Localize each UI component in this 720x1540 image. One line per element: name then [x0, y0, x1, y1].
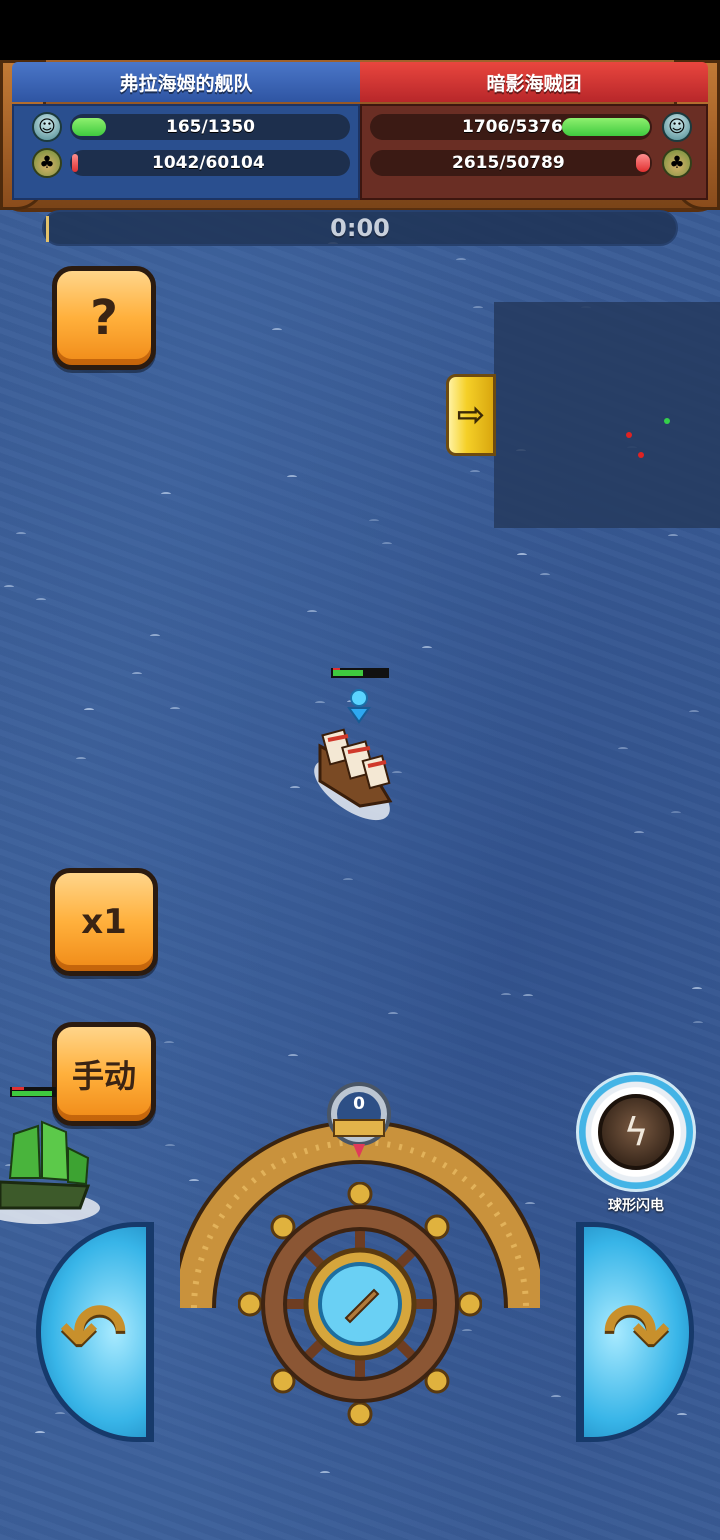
team-left-hull-bar: 1042/60104: [70, 150, 350, 176]
team-right-hull-bar: 2615/50789: [370, 150, 652, 176]
wave-mark: [55, 1412, 65, 1416]
wave-mark: [307, 610, 317, 614]
wave-mark: [343, 878, 353, 882]
team-left-hull-fill: [72, 154, 78, 172]
wave-mark: [551, 1395, 561, 1399]
curved-arrow-left-icon: ↶: [59, 1285, 128, 1379]
wave-mark: [150, 634, 160, 638]
team-right-crew-fill: [562, 118, 650, 136]
wave-mark: [540, 573, 550, 577]
wave-mark: [315, 701, 325, 705]
enemy-ship-crew-indicator: [12, 1087, 24, 1090]
team-left-crew-bar: 165/1350: [70, 114, 350, 140]
enemy-ship-health-fill: [12, 1091, 52, 1096]
wave-mark: [473, 306, 483, 310]
wave-mark: [170, 707, 180, 711]
wave-mark: [618, 747, 628, 751]
wave-mark: [517, 553, 527, 557]
wave-mark: [523, 994, 533, 998]
wave-mark: [161, 492, 171, 496]
team-left-panel: ☺ 165/1350 ♣ 1042/60104: [12, 104, 360, 200]
wave-mark: [35, 1431, 45, 1435]
wave-mark: [165, 1144, 175, 1148]
wave-mark: [692, 987, 702, 991]
status-bar: [0, 0, 720, 60]
crew-icon: ☺: [32, 112, 62, 142]
wave-mark: [634, 831, 644, 835]
team-left-crew-value: 165/1350: [166, 117, 256, 137]
wave-mark: [320, 1471, 330, 1475]
lightning-orb-icon: ϟ: [598, 1094, 674, 1170]
wave-mark: [272, 328, 282, 332]
wave-mark: [84, 708, 94, 712]
wave-mark: [132, 672, 142, 676]
player-ship-health-fill: [333, 670, 363, 676]
team-right-crew-value: 1706/5376: [462, 117, 563, 137]
team-left-crew-fill: [72, 118, 106, 136]
wave-mark: [501, 993, 511, 997]
timer-bar: 0:00: [42, 210, 678, 246]
help-button[interactable]: ?: [52, 266, 156, 370]
wave-mark: [287, 475, 297, 479]
wave-mark: [422, 646, 432, 650]
team-left-name: 弗拉海姆的舰队: [12, 62, 360, 102]
wave-mark: [388, 1012, 398, 1016]
island-icon: ♣: [32, 148, 62, 178]
enemy-ship-health-bar: [10, 1087, 56, 1097]
speed-button[interactable]: x1: [50, 868, 158, 976]
steering-wheel[interactable]: [238, 1182, 482, 1426]
minimap: [494, 302, 720, 528]
team-right-panel: 1706/5376 ☺ 2615/50789 ♣: [360, 104, 708, 200]
island-icon: ♣: [662, 148, 692, 178]
wave-mark: [456, 258, 466, 262]
minimap-enemy-marker: [638, 452, 644, 458]
wave-mark: [288, 1054, 298, 1058]
wave-mark: [76, 757, 86, 761]
enemy-ship[interactable]: [0, 1112, 110, 1232]
wave-mark: [164, 1041, 174, 1045]
minimap-toggle-button[interactable]: ⇨: [446, 374, 496, 456]
steering-angle-value: 0: [353, 1094, 365, 1114]
skill-label: 球形闪电: [608, 1198, 664, 1214]
player-ship[interactable]: [280, 706, 410, 826]
wave-mark: [36, 598, 46, 602]
team-right-hull-fill: [636, 154, 650, 172]
skill-button[interactable]: ϟ: [576, 1072, 696, 1192]
wave-mark: [470, 470, 480, 474]
wave-mark: [382, 542, 392, 546]
team-right-hull-value: 2615/50789: [452, 153, 565, 173]
team-right-crew-bar: 1706/5376: [370, 114, 652, 140]
minimap-enemy-marker: [626, 432, 632, 438]
scoreboard: 弗拉海姆的舰队 暗影海贼团 ☺ 165/1350 ♣ 1042/60104 17…: [0, 60, 720, 212]
wave-mark: [4, 585, 14, 589]
timer-text: 0:00: [330, 214, 390, 242]
manual-mode-button[interactable]: 手动: [52, 1022, 156, 1126]
wave-mark: [369, 519, 379, 523]
player-ship-health-bar: [331, 668, 389, 678]
minimap-ally-marker: [664, 418, 670, 424]
wave-mark: [677, 1413, 687, 1417]
wave-mark: [16, 532, 26, 536]
wave-mark: [671, 811, 681, 815]
crew-icon: ☺: [662, 112, 692, 142]
team-left-hull-value: 1042/60104: [152, 153, 265, 173]
wave-mark: [689, 710, 699, 714]
curved-arrow-right-icon: ↷: [602, 1285, 671, 1379]
wave-mark: [693, 1021, 703, 1025]
wave-mark: [668, 534, 678, 538]
team-right-name: 暗影海贼团: [360, 62, 708, 102]
arrow-right-icon: ⇨: [456, 395, 486, 435]
